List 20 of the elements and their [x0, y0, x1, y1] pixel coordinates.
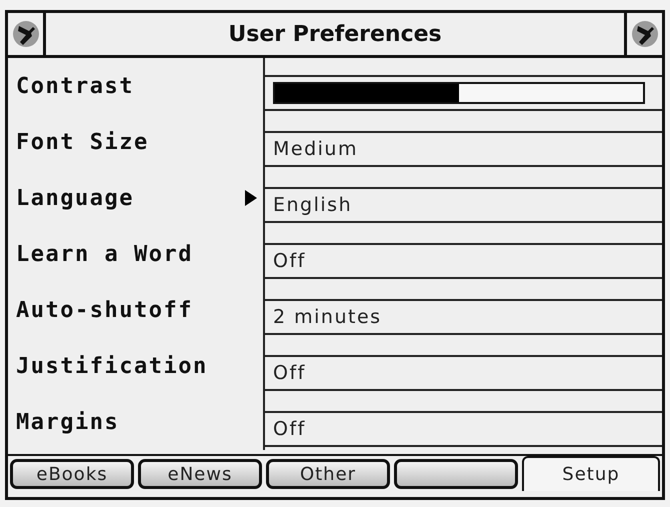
tab[interactable]: Other	[266, 459, 390, 489]
tab[interactable]: eBooks	[10, 459, 134, 489]
setting-label[interactable]: Learn a Word	[16, 242, 193, 266]
setting-label[interactable]: Language	[16, 186, 134, 210]
setting-label[interactable]: Auto-shutoff	[16, 298, 193, 322]
setting-label[interactable]: Justification	[16, 354, 208, 378]
setting-value[interactable]: Off	[273, 362, 306, 384]
setting-label[interactable]: Contrast	[16, 74, 134, 98]
setting-value[interactable]: English	[273, 194, 352, 216]
setting-label[interactable]: Margins	[16, 410, 120, 434]
tab[interactable]: Setup	[522, 456, 660, 491]
setting-label[interactable]: Font Size	[16, 130, 149, 154]
window-title: User Preferences	[227, 22, 443, 46]
setting-value[interactable]: Off	[273, 418, 306, 440]
tab[interactable]: eNews	[138, 459, 262, 489]
tab[interactable]	[394, 459, 518, 489]
setting-value[interactable]: 2 minutes	[273, 306, 382, 328]
contrast-slider[interactable]	[273, 82, 645, 104]
setting-value[interactable]: Off	[273, 250, 306, 272]
setting-value[interactable]: Medium	[273, 138, 358, 160]
